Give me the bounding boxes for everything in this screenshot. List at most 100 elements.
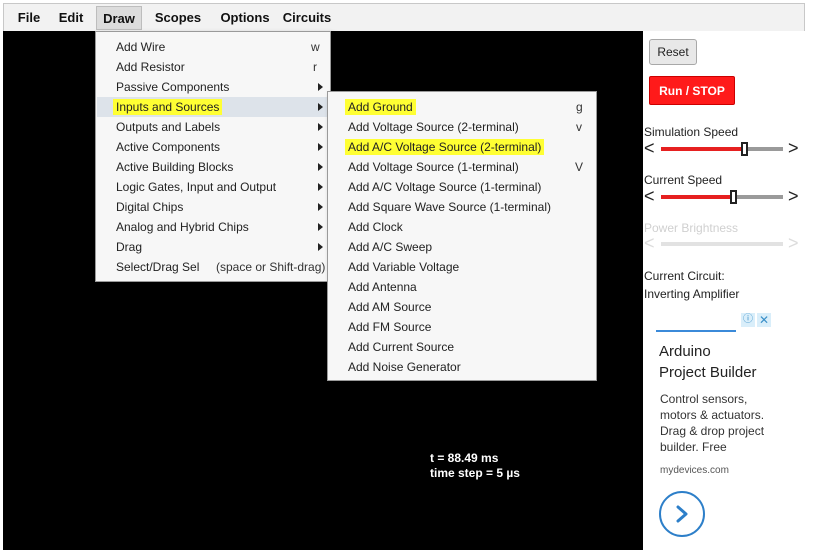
menu-item-digital-chips[interactable]: Digital Chips bbox=[97, 197, 329, 217]
slider-thumb[interactable] bbox=[729, 190, 737, 204]
menu-item-add-ground[interactable]: Add Ground g bbox=[329, 97, 595, 117]
current-speed-label: Current Speed bbox=[644, 173, 723, 187]
menu-draw[interactable]: Draw bbox=[96, 6, 142, 30]
chevron-right-icon: > bbox=[788, 233, 799, 253]
submenu-arrow-icon bbox=[318, 143, 323, 151]
menu-item-add-am-source[interactable]: Add AM Source bbox=[329, 297, 595, 317]
slider-track bbox=[661, 242, 783, 246]
menu-edit[interactable]: Edit bbox=[52, 6, 90, 30]
highlighted-label: Add A/C Voltage Source (2-terminal) bbox=[345, 139, 545, 155]
menu-item-shortcut: V bbox=[575, 160, 584, 174]
menu-item-shortcut: g bbox=[576, 100, 583, 114]
menu-options[interactable]: Options bbox=[214, 6, 276, 30]
menu-item-label: Add Current Source bbox=[348, 340, 455, 354]
submenu-arrow-icon bbox=[318, 103, 323, 111]
current-speed-slider[interactable]: < > bbox=[643, 187, 805, 207]
menu-item-outputs-and-labels[interactable]: Outputs and Labels bbox=[97, 117, 329, 137]
menu-item-add-square-wave-source[interactable]: Add Square Wave Source (1-terminal) bbox=[329, 197, 595, 217]
menu-item-active-components[interactable]: Active Components bbox=[97, 137, 329, 157]
reset-button[interactable]: Reset bbox=[649, 39, 697, 65]
menu-item-select-drag-sel[interactable]: Select/Drag Sel (space or Shift-drag) bbox=[97, 257, 329, 277]
menu-item-add-ac-voltage-source-1t[interactable]: Add A/C Voltage Source (1-terminal) bbox=[329, 177, 595, 197]
menu-item-label: Add A/C Sweep bbox=[348, 240, 433, 254]
chevron-left-icon[interactable]: < bbox=[644, 139, 655, 157]
chevron-right-icon[interactable]: > bbox=[788, 187, 799, 205]
info-icon[interactable]: ⓘ bbox=[741, 313, 755, 327]
menu-item-label: Add FM Source bbox=[348, 320, 432, 334]
ad-title-line: Arduino bbox=[659, 343, 711, 360]
control-panel: Reset Run / STOP Simulation Speed < > Cu… bbox=[643, 31, 805, 550]
run-stop-button[interactable]: Run / STOP bbox=[649, 76, 735, 105]
ad-text-line: Control sensors, bbox=[660, 392, 748, 406]
menu-item-shortcut: w bbox=[311, 40, 320, 54]
menu-item-label: Digital Chips bbox=[116, 200, 184, 214]
menu-item-add-fm-source[interactable]: Add FM Source bbox=[329, 317, 595, 337]
menu-item-analog-hybrid-chips[interactable]: Analog and Hybrid Chips bbox=[97, 217, 329, 237]
ad-title[interactable]: Arduino Project Builder bbox=[659, 341, 757, 383]
inputs-and-sources-submenu: Add Ground g Add Voltage Source (2-termi… bbox=[327, 91, 597, 381]
chevron-left-icon[interactable]: < bbox=[644, 187, 655, 205]
menu-item-add-antenna[interactable]: Add Antenna bbox=[329, 277, 595, 297]
chevron-right-circle-icon[interactable] bbox=[659, 491, 705, 537]
chevron-left-icon: < bbox=[644, 233, 655, 253]
menu-item-add-voltage-source-2t[interactable]: Add Voltage Source (2-terminal) v bbox=[329, 117, 595, 137]
submenu-arrow-icon bbox=[318, 243, 323, 251]
time-step-text: time step = 5 µs bbox=[430, 466, 520, 480]
simulation-time-text: t = 88.49 ms bbox=[430, 451, 499, 465]
menu-item-add-resistor[interactable]: Add Resistor r bbox=[97, 57, 329, 77]
ad-text-line: builder. Free bbox=[660, 440, 727, 454]
menu-item-label: Add Noise Generator bbox=[348, 360, 461, 374]
menu-item-label: Add A/C Voltage Source (1-terminal) bbox=[348, 180, 542, 194]
menu-item-add-ac-voltage-source-2t[interactable]: Add A/C Voltage Source (2-terminal) bbox=[329, 137, 595, 157]
slider-track[interactable] bbox=[661, 190, 783, 204]
menu-item-label: Add Square Wave Source (1-terminal) bbox=[348, 200, 551, 214]
menu-item-add-noise-generator[interactable]: Add Noise Generator bbox=[329, 357, 595, 377]
slider-thumb[interactable] bbox=[740, 142, 748, 156]
power-brightness-slider: < > bbox=[643, 234, 805, 254]
menu-file[interactable]: File bbox=[10, 6, 48, 30]
menu-item-add-variable-voltage[interactable]: Add Variable Voltage bbox=[329, 257, 595, 277]
submenu-arrow-icon bbox=[318, 83, 323, 91]
chevron-right-icon bbox=[676, 505, 688, 523]
power-brightness-label: Power Brightness bbox=[644, 221, 739, 235]
submenu-arrow-icon bbox=[318, 203, 323, 211]
menu-item-shortcut: (space or Shift-drag) bbox=[216, 260, 326, 274]
menu-item-add-wire[interactable]: Add Wire w bbox=[97, 37, 329, 57]
menu-item-label: Add Ground bbox=[345, 97, 416, 117]
ad-domain[interactable]: mydevices.com bbox=[660, 465, 729, 476]
menu-circuits[interactable]: Circuits bbox=[282, 6, 332, 30]
submenu-arrow-icon bbox=[318, 223, 323, 231]
slider-fill bbox=[661, 147, 744, 151]
menu-item-add-ac-sweep[interactable]: Add A/C Sweep bbox=[329, 237, 595, 257]
menu-item-label: Add Variable Voltage bbox=[348, 260, 460, 274]
menu-item-active-building-blocks[interactable]: Active Building Blocks bbox=[97, 157, 329, 177]
current-circuit-name: Inverting Amplifier bbox=[644, 287, 740, 301]
menu-item-shortcut: v bbox=[576, 120, 582, 134]
slider-track[interactable] bbox=[661, 142, 783, 156]
menu-item-add-clock[interactable]: Add Clock bbox=[329, 217, 595, 237]
submenu-arrow-icon bbox=[318, 163, 323, 171]
advertisement[interactable]: ⓘ ✕ Arduino Project Builder Control sens… bbox=[651, 311, 776, 537]
submenu-arrow-icon bbox=[318, 123, 323, 131]
simulation-speed-slider[interactable]: < > bbox=[643, 139, 805, 159]
menu-bar: File Edit Draw Scopes Options Circuits bbox=[3, 3, 805, 31]
menu-item-logic-gates[interactable]: Logic Gates, Input and Output bbox=[97, 177, 329, 197]
slider-fill bbox=[661, 195, 733, 199]
chevron-right-icon[interactable]: > bbox=[788, 139, 799, 157]
ad-text-line: Drag & drop project bbox=[660, 424, 765, 438]
menu-item-add-current-source[interactable]: Add Current Source bbox=[329, 337, 595, 357]
menu-item-drag[interactable]: Drag bbox=[97, 237, 329, 257]
menu-item-label: Passive Components bbox=[116, 80, 230, 94]
close-icon[interactable]: ✕ bbox=[757, 313, 771, 327]
menu-item-inputs-and-sources[interactable]: Inputs and Sources bbox=[97, 97, 329, 117]
menu-item-label: Drag bbox=[116, 240, 143, 254]
menu-item-add-voltage-source-1t[interactable]: Add Voltage Source (1-terminal) V bbox=[329, 157, 595, 177]
menu-item-label: Select/Drag Sel bbox=[116, 260, 200, 274]
menu-item-label: Active Building Blocks bbox=[116, 160, 234, 174]
menu-scopes[interactable]: Scopes bbox=[150, 6, 206, 30]
menu-item-label: Analog and Hybrid Chips bbox=[116, 220, 249, 234]
current-circuit-label: Current Circuit: bbox=[644, 269, 725, 283]
menu-item-passive-components[interactable]: Passive Components bbox=[97, 77, 329, 97]
highlighted-label: Inputs and Sources bbox=[113, 99, 223, 115]
menu-item-label: Add Wire bbox=[116, 40, 166, 54]
